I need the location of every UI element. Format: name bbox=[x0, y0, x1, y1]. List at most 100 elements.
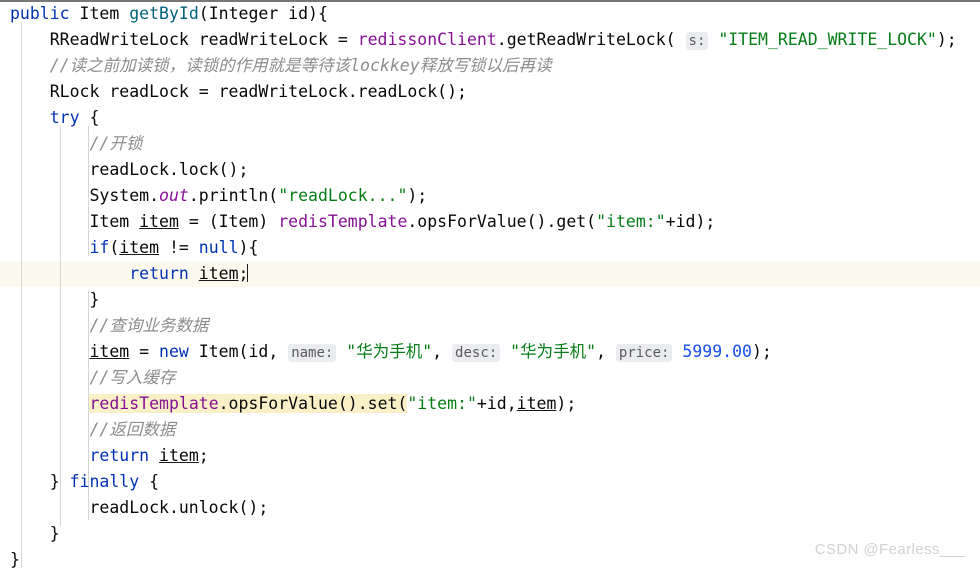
code-token-str: "readLock..." bbox=[278, 186, 408, 205]
code-line[interactable]: //读之前加读锁，读锁的作用就是等待该lockkey释放写锁以后再读 bbox=[10, 53, 552, 79]
code-line[interactable]: public Item getById(Integer id){ bbox=[10, 1, 328, 27]
code-token-str: "华为手机" bbox=[510, 342, 597, 361]
code-token-kw: finally bbox=[69, 472, 140, 491]
code-token-cmt: //读之前加读锁，读锁的作用就是等待该lockkey释放写锁以后再读 bbox=[10, 56, 552, 75]
code-token-num: 5999.00 bbox=[682, 342, 752, 361]
text-caret bbox=[247, 264, 249, 282]
code-token: .opsForValue().get( bbox=[407, 212, 597, 231]
code-token-hl: .opsForValue().set( bbox=[218, 394, 408, 413]
code-token: } bbox=[10, 472, 70, 491]
code-line[interactable]: readLock.lock(); bbox=[10, 157, 248, 183]
code-token-kw: if bbox=[89, 238, 110, 257]
code-token-field: redisTemplate bbox=[89, 394, 219, 413]
code-token: } bbox=[10, 524, 60, 543]
code-token: = bbox=[129, 342, 160, 361]
code-token-str: "ITEM_READ_WRITE_LOCK" bbox=[718, 30, 937, 49]
code-token-kw: return bbox=[89, 446, 150, 465]
code-token: .println( bbox=[188, 186, 279, 205]
code-token: RReadWriteLock readWriteLock = bbox=[10, 30, 358, 49]
code-line[interactable]: } bbox=[10, 287, 99, 313]
code-token: { bbox=[79, 108, 100, 127]
code-token: ); bbox=[407, 186, 428, 205]
code-editor[interactable]: public Item getById(Integer id){ RReadWr… bbox=[0, 0, 980, 568]
code-token-field: redisTemplate bbox=[278, 212, 408, 231]
code-token-local: item bbox=[139, 212, 179, 231]
code-line[interactable]: RReadWriteLock readWriteLock = redissonC… bbox=[10, 27, 957, 53]
code-token: readLock.unlock(); bbox=[10, 498, 269, 517]
code-token: != bbox=[159, 238, 199, 257]
code-token-cmt: //返回数据 bbox=[10, 420, 176, 439]
code-token: , bbox=[596, 342, 616, 361]
code-line[interactable]: } bbox=[10, 521, 60, 547]
code-token-kw: try bbox=[49, 108, 80, 127]
code-token-local: item bbox=[198, 264, 239, 283]
code-token-cmt: //查询业务数据 bbox=[10, 316, 209, 335]
code-line[interactable]: if(item != null){ bbox=[10, 235, 258, 261]
code-token-local: item bbox=[119, 238, 160, 257]
code-line[interactable]: //开锁 bbox=[10, 131, 142, 157]
code-token: ); bbox=[936, 30, 957, 49]
code-line[interactable]: return item; bbox=[10, 443, 209, 469]
code-line[interactable]: RLock readLock = readWriteLock.readLock(… bbox=[10, 79, 467, 105]
code-line[interactable]: Item item = (Item) redisTemplate.opsForV… bbox=[10, 209, 715, 235]
code-token-str: "华为手机" bbox=[346, 342, 433, 361]
code-token-cmt: //开锁 bbox=[10, 134, 143, 153]
code-token: .getReadWriteLock( bbox=[496, 30, 686, 49]
code-token: ; bbox=[198, 446, 209, 465]
code-token: } bbox=[10, 550, 20, 568]
code-token-kw: null bbox=[198, 238, 239, 257]
code-token-cmt: //写入缓存 bbox=[10, 368, 176, 387]
code-line[interactable]: item = new Item(id, name: "华为手机", desc: … bbox=[10, 339, 772, 365]
code-token-kw: return bbox=[129, 264, 189, 283]
code-line[interactable]: try { bbox=[10, 105, 100, 131]
code-token: RLock readLock = readWriteLock.readLock(… bbox=[10, 82, 467, 101]
code-line[interactable]: System.out.println("readLock..."); bbox=[10, 183, 427, 209]
code-token-local: item bbox=[159, 446, 199, 465]
code-token-hint: desc: bbox=[452, 344, 501, 362]
code-token: Item(id, bbox=[188, 342, 289, 361]
code-token-statfld: out bbox=[159, 186, 189, 205]
code-token-hint: price: bbox=[615, 344, 673, 362]
code-line[interactable]: } bbox=[10, 547, 20, 568]
code-token-hint: s: bbox=[685, 32, 709, 50]
code-token: ); bbox=[751, 342, 772, 361]
code-token: Item bbox=[79, 4, 120, 23]
code-line[interactable]: } finally { bbox=[10, 469, 159, 495]
code-token-hint: name: bbox=[288, 344, 337, 362]
code-line[interactable]: //查询业务数据 bbox=[10, 313, 208, 339]
code-token-fn: getById bbox=[129, 4, 199, 23]
code-line[interactable]: readLock.unlock(); bbox=[10, 495, 268, 521]
code-token: Item bbox=[10, 212, 140, 231]
code-line[interactable]: //写入缓存 bbox=[10, 365, 175, 391]
code-token: { bbox=[139, 472, 160, 491]
code-token-str: "item:" bbox=[596, 212, 666, 231]
code-token: = (Item) bbox=[178, 212, 279, 231]
code-text-layer[interactable]: public Item getById(Integer id){ RReadWr… bbox=[0, 0, 980, 568]
code-line[interactable]: redisTemplate.opsForValue().set("item:"+… bbox=[10, 391, 576, 417]
code-token: } bbox=[10, 290, 100, 309]
code-token: , bbox=[432, 342, 453, 361]
code-line[interactable]: //返回数据 bbox=[10, 417, 175, 443]
code-token: ); bbox=[556, 394, 577, 413]
code-token-kw: public bbox=[10, 4, 70, 23]
code-token: System. bbox=[10, 186, 160, 205]
code-token-str: "item:" bbox=[407, 394, 477, 413]
code-token-field: redissonClient bbox=[357, 30, 497, 49]
code-token: +id); bbox=[665, 212, 716, 231]
code-token: readLock.lock(); bbox=[10, 160, 249, 179]
code-line[interactable]: return item; bbox=[10, 261, 249, 287]
code-token-kw: new bbox=[159, 342, 189, 361]
csdn-watermark: CSDN @Fearless___ bbox=[814, 541, 966, 558]
